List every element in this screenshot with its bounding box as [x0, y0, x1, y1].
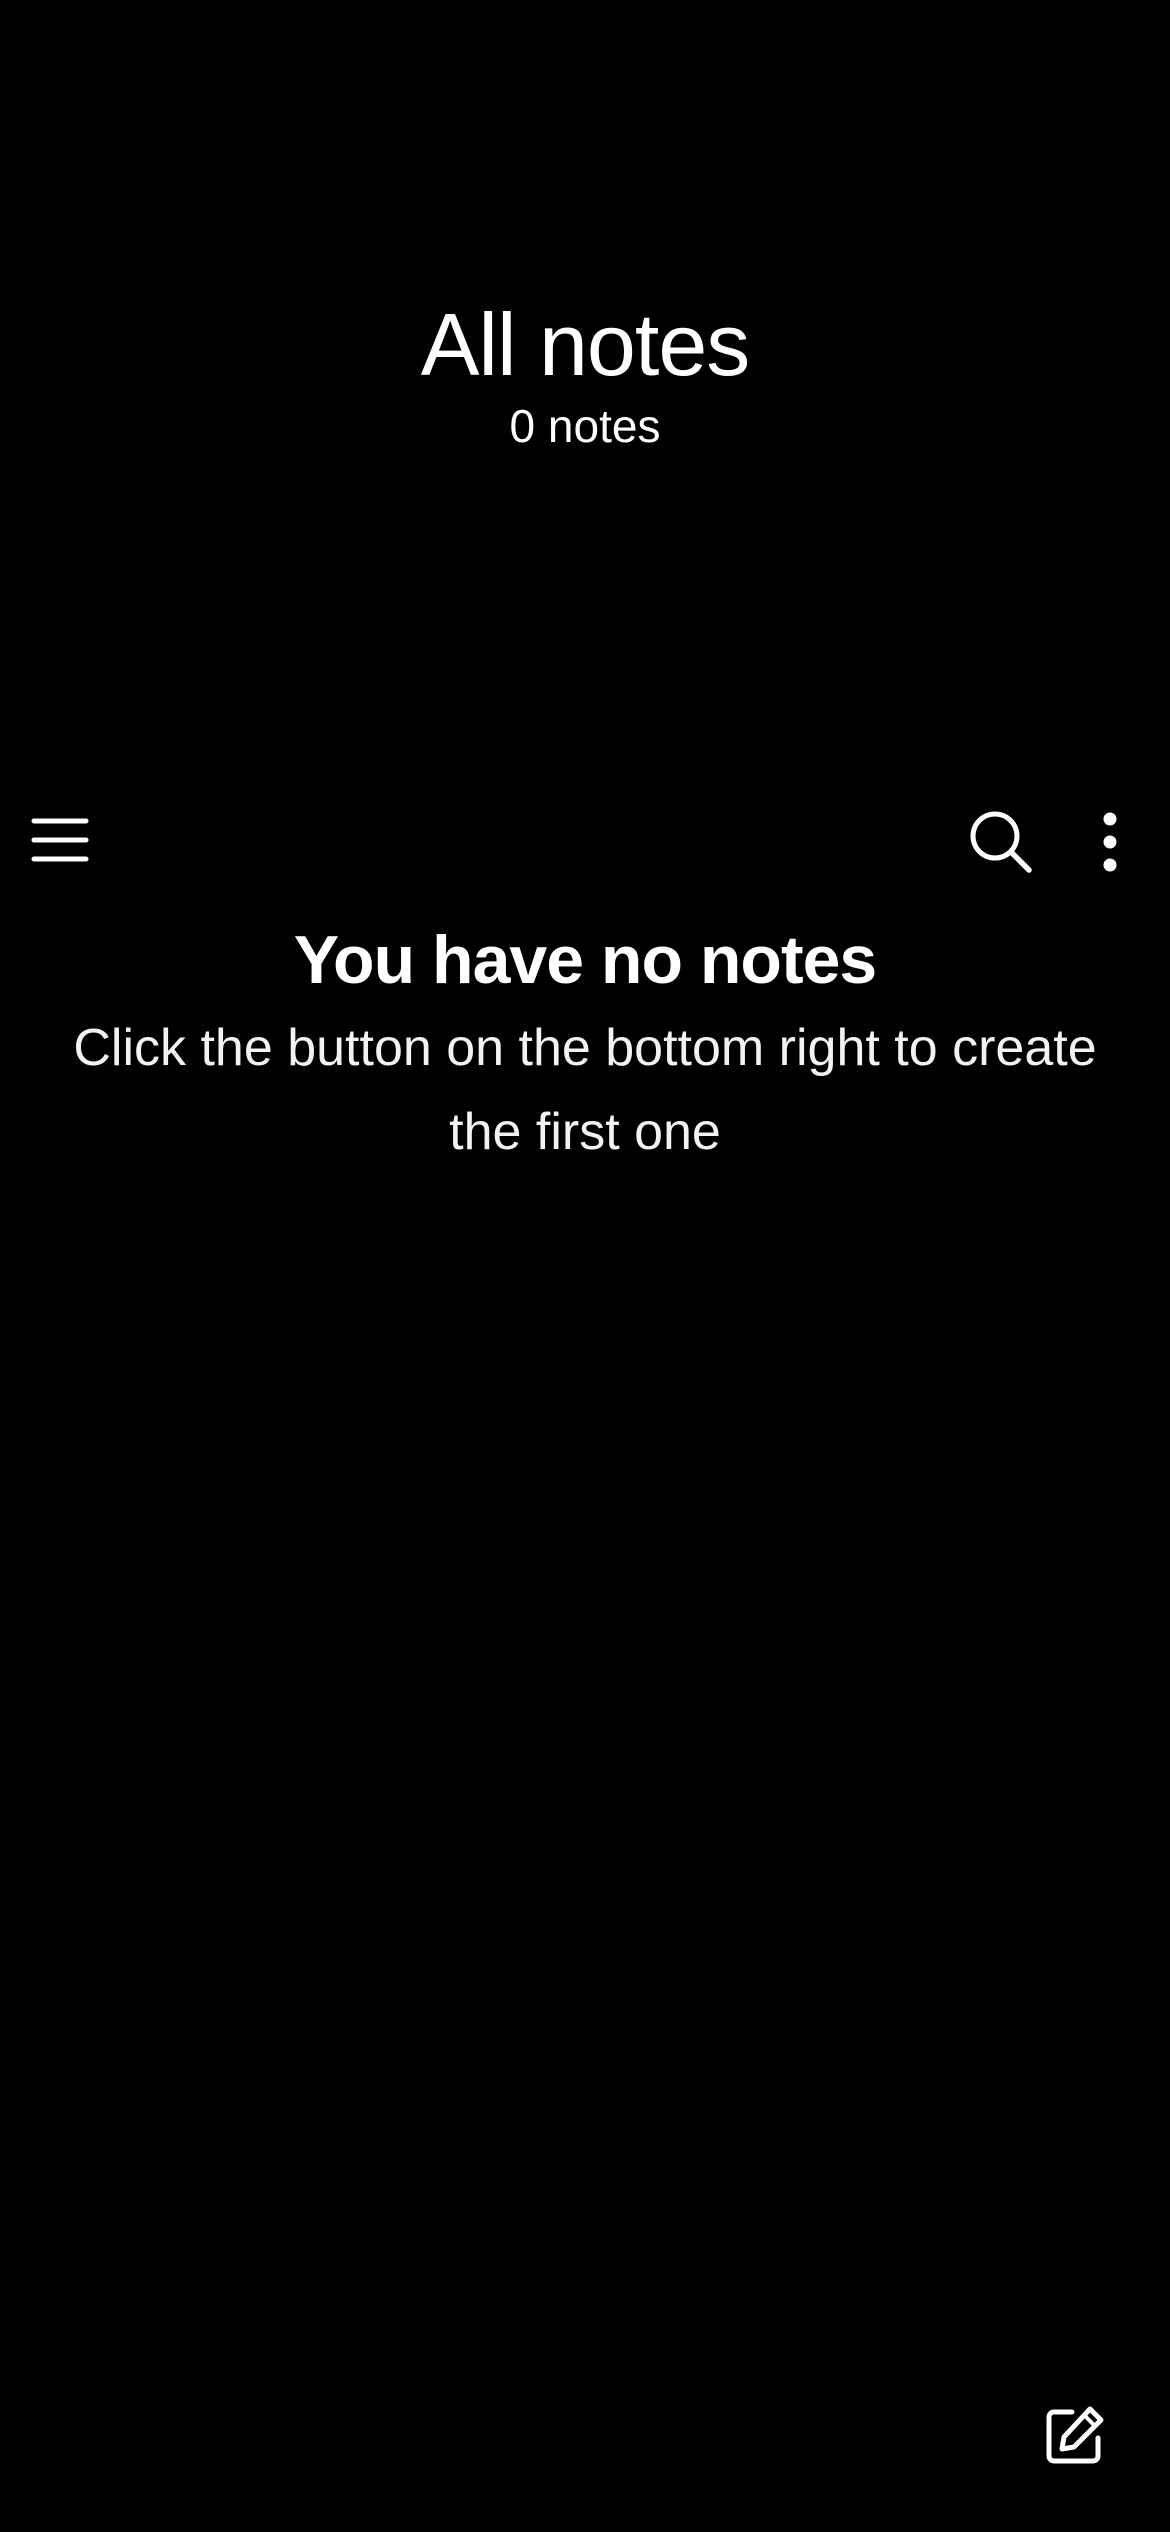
more-options-button[interactable]: [1068, 796, 1152, 888]
empty-state-description: Click the button on the bottom right to …: [73, 1019, 1097, 1161]
header: All notes 0 notes: [0, 290, 1170, 456]
create-note-button[interactable]: [1030, 2390, 1120, 2480]
hamburger-menu-icon: [31, 818, 89, 862]
more-vertical-icon: [1103, 812, 1117, 872]
empty-state-title: You have no notes: [293, 922, 877, 998]
empty-state: You have no notes Click the button on th…: [40, 918, 1130, 1174]
menu-button[interactable]: [14, 800, 106, 880]
page-title: All notes: [420, 295, 751, 394]
search-icon: [970, 811, 1032, 873]
toolbar: [0, 790, 1170, 890]
notes-count: 0 notes: [509, 400, 661, 452]
search-button[interactable]: [955, 796, 1047, 888]
edit-note-icon: [1046, 2406, 1104, 2464]
